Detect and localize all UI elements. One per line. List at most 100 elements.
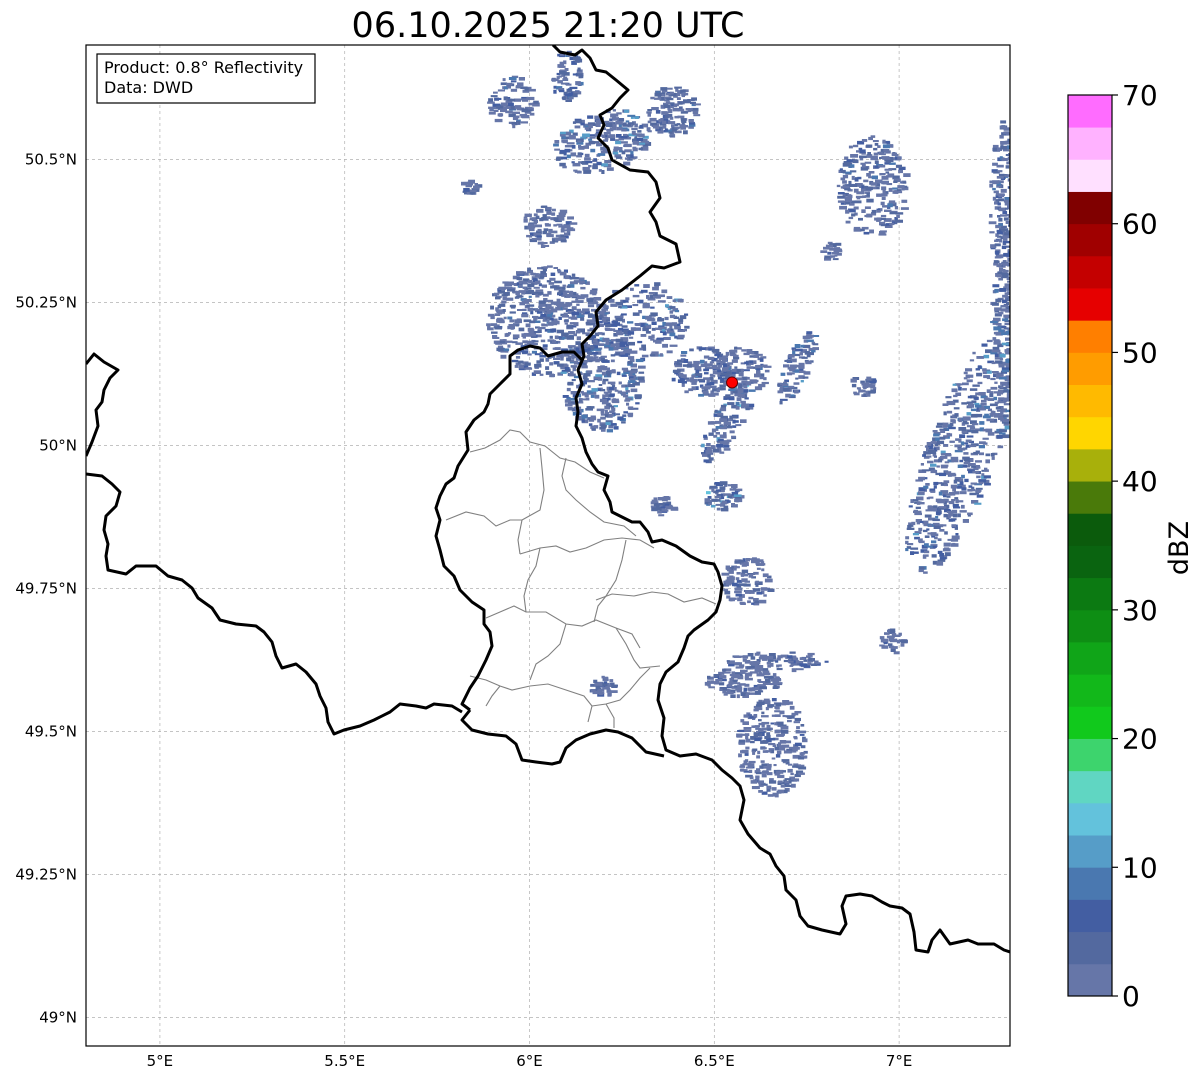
echo-pixel bbox=[750, 656, 756, 660]
echo-pixel bbox=[627, 341, 635, 346]
echo-pixel bbox=[497, 113, 504, 117]
echo-pixel bbox=[892, 154, 899, 157]
echo-pixel bbox=[725, 691, 734, 695]
echo-pixel bbox=[1002, 240, 1010, 244]
echo-pixel bbox=[667, 121, 676, 125]
echo-pixel bbox=[774, 746, 780, 751]
echo-pixel bbox=[564, 68, 569, 71]
echo-pixel bbox=[952, 542, 956, 547]
echo-pixel bbox=[725, 579, 733, 583]
echo-pixel bbox=[518, 327, 525, 332]
echo-pixel bbox=[560, 82, 568, 85]
echo-pixel bbox=[989, 184, 994, 188]
echo-pixel bbox=[556, 223, 563, 226]
echo-pixel bbox=[952, 419, 956, 424]
echo-pixel bbox=[856, 387, 861, 390]
echo-pixel bbox=[800, 380, 804, 383]
echo-pixel bbox=[938, 506, 947, 509]
echo-pixel bbox=[521, 108, 528, 113]
echo-pixel bbox=[787, 366, 794, 370]
echo-pixel bbox=[659, 353, 663, 357]
echo-pixel bbox=[651, 318, 656, 321]
echo-pixel bbox=[624, 143, 632, 148]
echo-pixel bbox=[959, 434, 966, 438]
echo-pixel bbox=[579, 280, 586, 284]
echo-pixel bbox=[972, 384, 980, 387]
echo-pixel bbox=[1001, 158, 1008, 161]
echo-pixel bbox=[593, 376, 602, 380]
echo-pixel bbox=[953, 407, 960, 410]
echo-pixel bbox=[674, 115, 680, 119]
echo-pixel bbox=[1002, 318, 1009, 322]
echo-pixel bbox=[493, 340, 500, 344]
echo-pixel bbox=[524, 87, 529, 91]
echo-pixel bbox=[684, 325, 690, 329]
echo-pixel bbox=[767, 763, 772, 768]
echo-pixel bbox=[777, 789, 784, 794]
echo-pixel bbox=[973, 451, 979, 455]
echo-pixel bbox=[761, 711, 765, 715]
echo-pixel bbox=[602, 378, 609, 382]
echo-pixel bbox=[632, 294, 640, 298]
echo-pixel bbox=[763, 698, 770, 702]
echo-pixel bbox=[534, 281, 541, 285]
echo-pixel bbox=[490, 95, 498, 98]
echo-pixel bbox=[1004, 202, 1010, 206]
echo-pixel bbox=[605, 123, 613, 127]
echo-pixel bbox=[580, 317, 585, 321]
echo-pixel bbox=[507, 288, 515, 292]
echo-pixel bbox=[776, 770, 781, 774]
echo-pixel bbox=[561, 315, 569, 318]
colorbar-swatch bbox=[1068, 448, 1112, 482]
echo-pixel bbox=[992, 180, 1000, 184]
echo-pixel bbox=[794, 742, 802, 747]
echo-pixel bbox=[764, 678, 771, 683]
echo-pixel bbox=[1013, 364, 1019, 368]
echo-pixel bbox=[935, 425, 943, 428]
echo-pixel bbox=[518, 280, 523, 285]
echo-pixel bbox=[801, 356, 808, 359]
echo-pixel bbox=[889, 628, 896, 632]
echo-pixel bbox=[985, 453, 991, 457]
echo-pixel bbox=[753, 571, 759, 575]
echo-pixel bbox=[998, 277, 1003, 281]
echo-pixel bbox=[709, 485, 717, 489]
colorbar-swatch bbox=[1068, 802, 1112, 836]
echo-pixel bbox=[564, 399, 571, 403]
echo-pixel bbox=[994, 288, 999, 293]
echo-pixel bbox=[524, 362, 531, 366]
echo-pixel bbox=[789, 651, 796, 654]
echo-pixel bbox=[853, 188, 859, 193]
echo-pixel bbox=[609, 347, 614, 351]
echo-pixel bbox=[943, 480, 950, 484]
echo-pixel bbox=[748, 573, 754, 578]
echo-pixel bbox=[686, 364, 692, 368]
echo-pixel bbox=[664, 128, 668, 132]
echo-pixel bbox=[730, 353, 737, 357]
echo-pixel bbox=[608, 386, 614, 390]
echo-pixel bbox=[970, 408, 977, 412]
echo-pixel bbox=[853, 226, 861, 231]
echo-pixel bbox=[661, 498, 668, 502]
echo-pixel bbox=[640, 289, 648, 293]
echo-pixel bbox=[733, 494, 742, 497]
echo-pixel bbox=[943, 411, 947, 416]
echo-pixel bbox=[741, 569, 749, 574]
echo-pixel bbox=[959, 459, 963, 463]
echo-pixel bbox=[647, 120, 652, 124]
echo-pixel bbox=[666, 97, 674, 101]
echo-pixel bbox=[747, 600, 751, 604]
echo-pixel bbox=[755, 772, 762, 775]
echo-pixel bbox=[657, 130, 664, 134]
echo-pixel bbox=[708, 502, 712, 506]
echo-pixel bbox=[985, 459, 990, 464]
echo-pixel bbox=[570, 152, 577, 157]
echo-pixel bbox=[969, 359, 975, 362]
echo-pixel bbox=[993, 190, 998, 194]
echo-pixel bbox=[682, 364, 687, 367]
echo-pixel bbox=[905, 540, 909, 545]
echo-pixel bbox=[740, 368, 744, 373]
echo-pixel bbox=[999, 429, 1007, 433]
echo-pixel bbox=[752, 751, 756, 755]
echo-pixel bbox=[634, 394, 642, 398]
